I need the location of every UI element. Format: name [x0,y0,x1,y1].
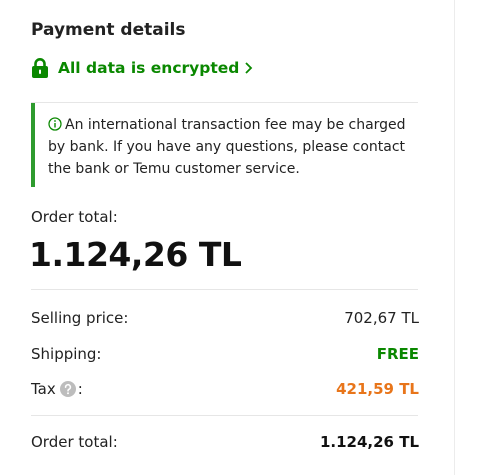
order-total-label: Order total: [31,208,118,226]
payment-details-panel: Payment details All data is encrypted An… [0,0,455,475]
shipping-value: FREE [376,345,419,363]
divider [31,415,418,416]
tax-label: Tax [31,380,56,398]
divider [31,289,418,290]
selling-price-value: 702,67 TL [344,309,419,327]
lock-icon [32,58,48,78]
fee-notice: An international transaction fee may be … [31,103,419,187]
shipping-label: Shipping: [31,345,102,363]
panel-title: Payment details [31,20,186,40]
fee-notice-text: An international transaction fee may be … [48,114,419,180]
order-total-value: 1.124,26 TL [29,235,242,274]
encryption-link-label: All data is encrypted [58,59,240,77]
fee-notice-message: An international transaction fee may be … [48,117,406,177]
tax-colon: : [77,380,83,398]
tax-label-group: Tax : [31,380,83,398]
selling-price-label: Selling price: [31,309,129,327]
question-circle-icon[interactable] [59,381,76,397]
order-total-row: Order total: 1.124,26 TL [31,433,419,451]
chevron-right-icon [245,62,253,74]
selling-price-row: Selling price: 702,67 TL [31,309,419,327]
encryption-link[interactable]: All data is encrypted [31,58,253,78]
info-circle-icon [48,117,62,131]
tax-value: 421,59 TL [336,380,419,398]
order-total-row-value: 1.124,26 TL [319,433,419,451]
shipping-row: Shipping: FREE [31,345,419,363]
order-total-row-label: Order total: [31,433,118,451]
tax-row: Tax : 421,59 TL [31,380,419,398]
